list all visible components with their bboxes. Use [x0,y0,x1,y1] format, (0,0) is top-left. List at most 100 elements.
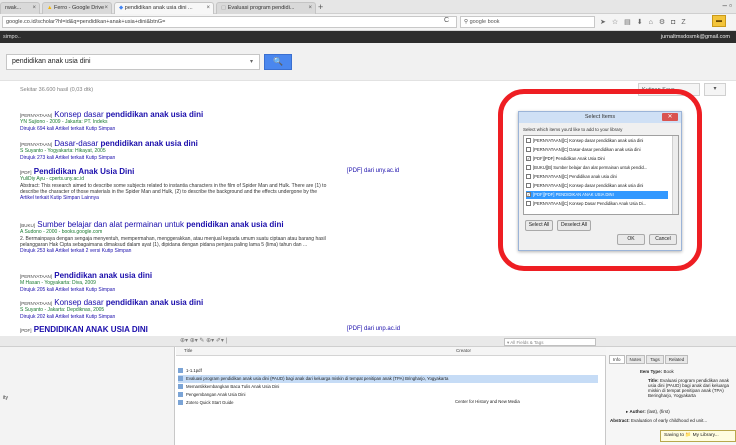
table-row-selected[interactable]: Evaluasi program pendidikan anak usia di… [178,375,598,383]
checkbox[interactable] [526,165,531,171]
result-links[interactable]: Dirujuk 202 kali Artikel terkait Kutip S… [20,314,340,321]
zotero-save-folder-icon[interactable]: ▬ [712,15,726,27]
settings-icon[interactable]: ⚙ [659,18,665,26]
drive-icon: ▲ [47,5,53,11]
items-column-header: Title Creator [176,347,606,356]
more-options-button[interactable]: ▾ [704,83,726,96]
title-column-header[interactable]: Title [184,348,192,353]
navigation-bar: google.co.id/scholar?hl=id&q=pendidikan+… [0,14,736,31]
result-snippet: Abstract: This research aimed to describ… [20,183,327,195]
checkbox[interactable] [526,174,531,180]
browser-tab-evaluasi[interactable]: ▢ Evaluasi program pendidi... × [216,2,316,14]
ok-button[interactable]: OK [617,234,645,245]
dropdown-caret-icon[interactable]: ▾ [250,58,253,65]
result-title[interactable]: [PERNYATAAN] Konsep dasar pendidikan ana… [20,298,340,307]
deselect-all-button[interactable]: Deselect All [557,220,591,231]
side-pdf-link[interactable]: [PDF] dari unp.ac.id [347,326,400,332]
home-icon[interactable]: ⌂ [649,19,653,26]
list-item-selected[interactable]: ✓ [PDF][PDF] PENDIDIKAN ANAK USIA DINI [526,191,668,199]
star-icon[interactable]: ☆ [612,18,618,26]
result-item: [BUKU] Sumber belajar dan alat permainan… [20,220,340,255]
table-row[interactable]: 1-1.1pdf [178,367,202,375]
result-item: [PDF] Pendidikan Anak Usia Dini YuliDiy … [20,167,340,202]
result-title[interactable]: [PERNYATAAN] Pendidikan anak usia dini [20,271,340,280]
result-stats: Sekitar 36.600 hasil (0,03 dtk) [20,87,94,93]
result-title[interactable]: [PERNYATAAN] Dasar-dasar pendidikan anak… [20,139,340,148]
list-item[interactable]: [PERNYATAAN][C] Dasar-dasar pendidikan a… [526,146,668,154]
result-title[interactable]: [PDF] Pendidikan Anak Usia Dini [20,167,340,176]
result-links[interactable]: Dirujuk 253 kali Artikel terkait 2 versi… [20,248,340,255]
browser-tab-google-drive[interactable]: ▲ Ferro - Google Drive × [42,2,112,14]
reload-icon[interactable]: C [444,17,449,24]
browser-search-input[interactable]: ⚲ google book [460,16,595,28]
result-title[interactable]: [PDF] PENDIDIKAN ANAK USIA DINI [20,325,340,334]
table-row[interactable]: Pengembangan Anak Usia Dini [178,391,245,399]
result-links[interactable]: Artikel terkait Kutip Simpan Lainnya [20,195,340,202]
window-controls[interactable]: – ▫ [722,1,732,10]
list-item[interactable]: ✓ [PDF][PDF] Pendidikan Anak Usia Dini [526,155,668,163]
close-icon[interactable]: × [32,5,36,11]
list-item[interactable]: [PERNYATAAN][C] Konsep dasar pendidikan … [526,182,668,190]
tab-tags[interactable]: Tags [646,355,664,364]
list-item[interactable]: [PERNYATAAN][C] Pendidikan anak usia din… [526,173,668,181]
list-item[interactable]: [PERNYATAAN][C] Konsep dasar pendidikan … [526,137,668,145]
account-email[interactable]: jurnaltmsdosmk@gmail.com [661,34,730,40]
arrow-icon[interactable]: ➤ [600,18,606,26]
checkbox[interactable] [526,201,531,207]
table-row[interactable]: Memantikkembangkan Baca Tulis Anak Usia … [178,383,279,391]
url-bar[interactable]: google.co.id/scholar?hl=id&q=pendidikan+… [2,16,457,28]
webpage-icon [178,400,183,406]
result-links[interactable]: Dirujuk 694 kali Artikel terkait Kutip S… [20,126,340,133]
creator-column-header[interactable]: Creator [456,348,471,353]
result-title[interactable]: [PERNYATAAN] Konsep dasar pendidikan ana… [20,110,340,119]
table-row[interactable]: Zotero Quick Start Guide [178,399,234,407]
result-links[interactable]: Dirujuk 205 kali Artikel terkait Kutip S… [20,287,340,294]
select-all-button[interactable]: Select All [525,220,553,231]
new-tab-button[interactable]: + [318,2,323,12]
result-item: [PERNYATAAN] Konsep dasar pendidikan ana… [20,110,340,133]
item-type-field: Item Type: Book [640,369,674,374]
dialog-prompt: Select which items you'd like to add to … [523,127,623,132]
tab-info[interactable]: Info [609,355,625,364]
browser-tab-1[interactable]: rwak... × [0,2,40,14]
close-icon[interactable]: × [206,5,210,11]
side-pdf-link[interactable]: [PDF] dari uny.ac.id [347,168,399,174]
close-icon[interactable]: × [308,5,312,11]
close-icon[interactable]: × [104,5,108,11]
list-item[interactable]: [PERNYATAAN][C] Konsep Dasar Pendidikan … [526,200,668,208]
download-icon[interactable]: ⬇ [637,18,643,26]
zotero-toolbar-icons[interactable]: ⊕▾ ⊕▾ ✎ ⊕▾ ✐▾ | [180,337,227,344]
zotero-z-icon[interactable]: Z [681,19,685,26]
checkbox-checked[interactable]: ✓ [526,192,531,198]
scholar-search-input[interactable]: pendidikan anak usia dini ▾ [6,54,260,70]
abstract-field: Abstract: Evaluation of early childhood … [610,418,708,423]
browser-tab-scholar[interactable]: ◆ pendidikan anak usia dini ... × [114,2,214,14]
tab-related[interactable]: Related [664,355,689,364]
checkbox-checked[interactable]: ✓ [526,156,531,162]
google-bar: simpo.. jurnaltmsdosmk@gmail.com [0,31,736,43]
result-links[interactable]: Dirujuk 273 kali Artikel terkait Kutip S… [20,155,340,162]
page-icon: ▢ [221,5,227,11]
browser-tab-bar: rwak... × ▲ Ferro - Google Drive × ◆ pendi… [0,0,736,14]
gbar-left-link[interactable]: simpo.. [3,34,21,40]
checkbox[interactable] [526,183,531,189]
clipboard-icon[interactable]: ▤ [624,18,631,26]
close-icon[interactable]: ✕ [662,113,678,121]
scrollbar[interactable] [672,136,678,214]
result-snippet: 2. Bermainpaya dengan sengaja menyentuh,… [20,236,326,248]
collection-label[interactable]: ity [3,395,8,401]
search-button[interactable]: 🔍 [264,54,292,70]
book-icon [178,376,183,382]
item-list: [PERNYATAAN][C] Konsep dasar pendidikan … [523,135,679,215]
book-icon [178,384,183,390]
list-item[interactable]: [BUKU][B] Sumber belajar dan alat permai… [526,164,668,172]
zotero-search-input[interactable]: ▾ All Fields & Tags [504,338,596,346]
tab-notes[interactable]: Notes [625,355,646,364]
cancel-button[interactable]: Cancel [649,234,677,245]
title-field: Title: Evaluasi program pendidikan anak … [648,378,729,398]
result-title[interactable]: [BUKU] Sumber belajar dan alat permainan… [20,220,340,229]
pocket-icon[interactable]: ◘ [671,19,675,26]
checkbox[interactable] [526,138,531,144]
result-meta: S Suyanto - Jakarta: Depdiknas, 2005 [20,307,105,313]
checkbox[interactable] [526,147,531,153]
